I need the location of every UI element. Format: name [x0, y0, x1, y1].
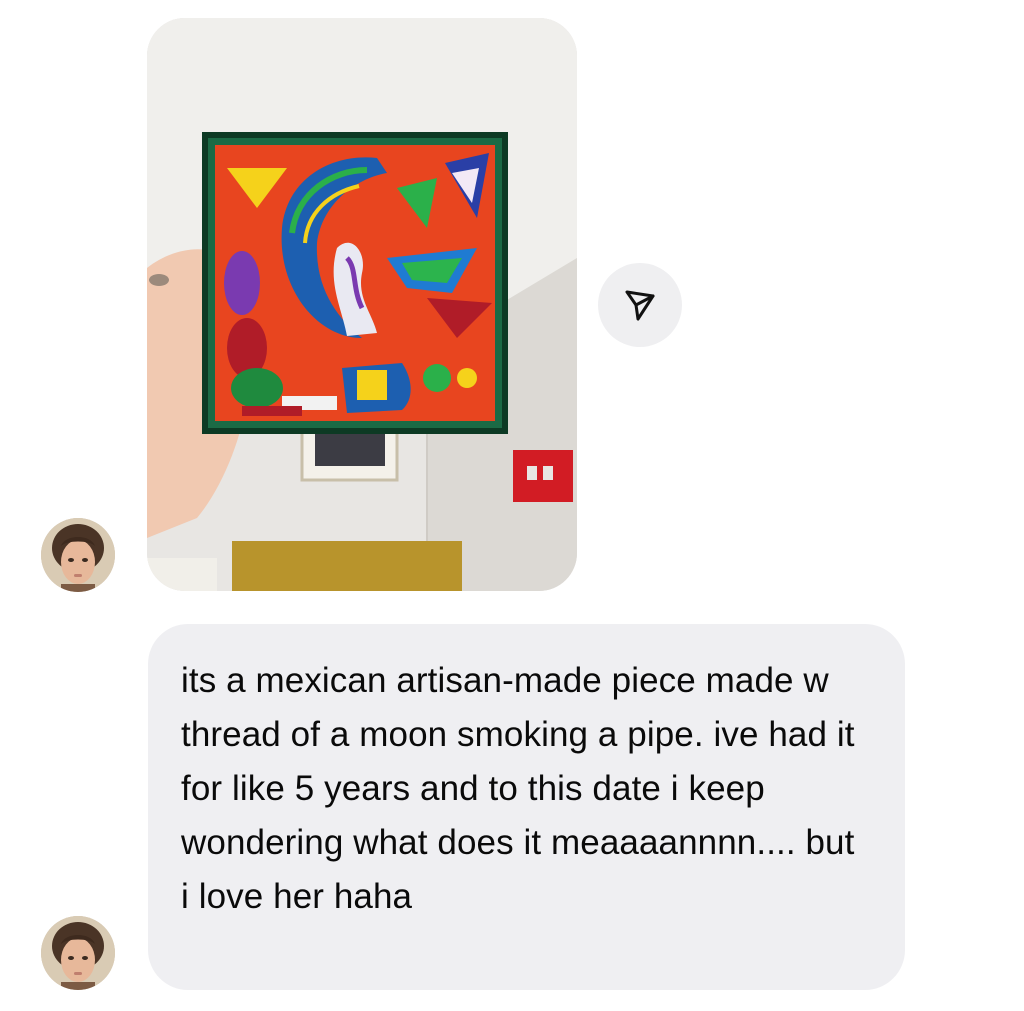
user-avatar-icon — [41, 518, 115, 592]
sender-avatar[interactable] — [41, 916, 115, 990]
share-button[interactable] — [598, 263, 682, 347]
image-message[interactable] — [147, 18, 577, 591]
user-avatar-icon — [41, 916, 115, 990]
text-message-bubble[interactable]: its a mexican artisan-made piece made w … — [148, 624, 905, 990]
paper-plane-icon — [625, 290, 655, 321]
sender-avatar[interactable] — [41, 518, 115, 592]
embroidered-artwork-photo — [147, 18, 577, 591]
message-text: its a mexican artisan-made piece made w … — [181, 661, 855, 916]
